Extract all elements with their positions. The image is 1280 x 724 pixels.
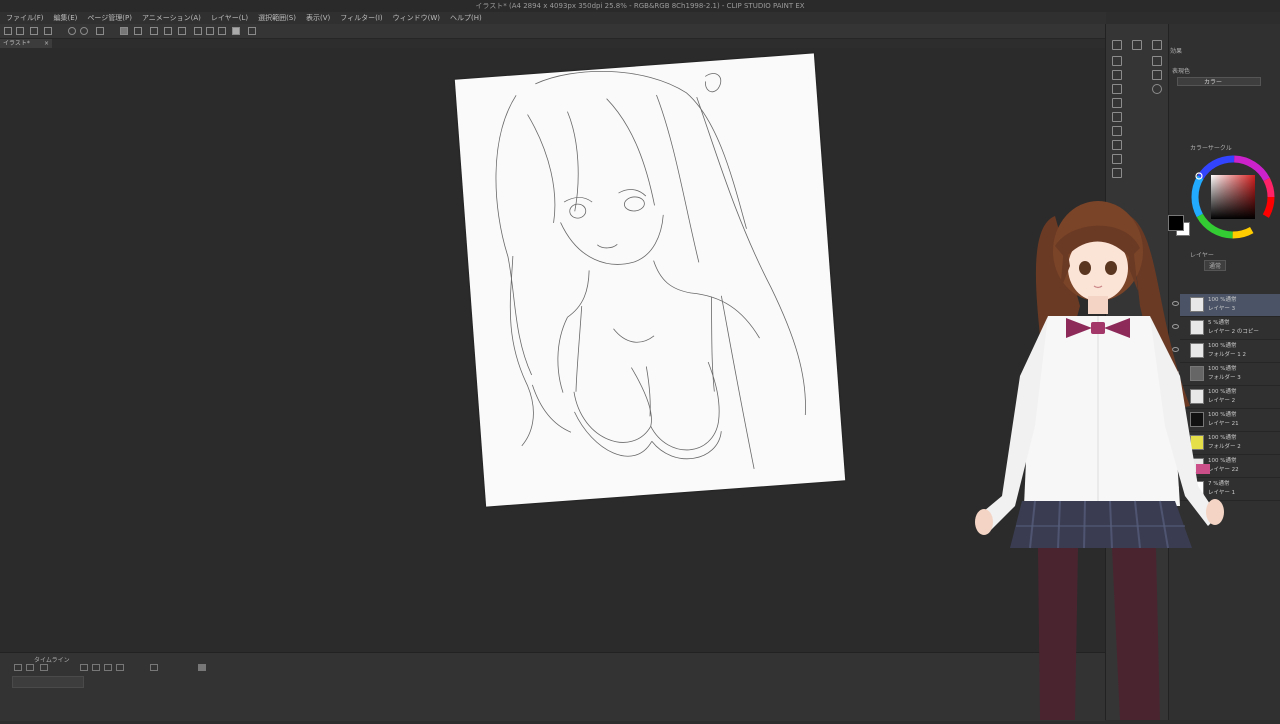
next-frame-icon[interactable] bbox=[116, 664, 124, 671]
text-tool-icon[interactable] bbox=[1112, 140, 1122, 150]
play-icon[interactable] bbox=[104, 664, 112, 671]
expression-color-dropdown[interactable]: カラー bbox=[1177, 77, 1261, 86]
menu-selection[interactable]: 選択範囲(S) bbox=[258, 12, 296, 24]
zoom-tool-icon[interactable] bbox=[1152, 70, 1162, 80]
menu-view[interactable]: 表示(V) bbox=[306, 12, 330, 24]
settings-icon[interactable] bbox=[96, 27, 104, 35]
new-icon[interactable] bbox=[4, 27, 12, 35]
open-icon[interactable] bbox=[16, 27, 24, 35]
menu-filter[interactable]: フィルター(I) bbox=[340, 12, 382, 24]
ruler-tool-icon[interactable] bbox=[1112, 154, 1122, 164]
ruler-icon[interactable] bbox=[194, 27, 202, 35]
color-circle-title: カラーサークル bbox=[1190, 145, 1232, 152]
menu-animation[interactable]: アニメーション(A) bbox=[142, 12, 201, 24]
drawing-canvas[interactable] bbox=[454, 53, 846, 507]
menu-bar: ファイル(F) 編集(E) ページ管理(P) アニメーション(A) レイヤー(L… bbox=[0, 12, 1106, 24]
expression-color-value: カラー bbox=[1204, 79, 1223, 86]
rewind-icon[interactable] bbox=[80, 664, 88, 671]
close-icon[interactable]: × bbox=[44, 39, 49, 48]
avatar-figure bbox=[975, 201, 1224, 720]
select-tool-icon[interactable] bbox=[1152, 40, 1162, 50]
timeline-title: タイムライン bbox=[34, 657, 70, 664]
menu-window[interactable]: ウィンドウ(W) bbox=[393, 12, 440, 24]
pen-icon[interactable] bbox=[206, 27, 214, 35]
gradient-tool-icon[interactable] bbox=[1112, 112, 1122, 122]
pen-tool-icon[interactable] bbox=[1112, 40, 1122, 50]
brush-tool-icon[interactable] bbox=[1112, 70, 1122, 80]
timeline-track-icon[interactable] bbox=[26, 664, 34, 671]
menu-page[interactable]: ページ管理(P) bbox=[87, 12, 132, 24]
lasso-tool-icon[interactable] bbox=[1152, 56, 1162, 66]
document-tab-label: イラスト* bbox=[3, 40, 30, 47]
document-tab[interactable]: イラスト* × bbox=[0, 39, 52, 48]
save-icon[interactable] bbox=[30, 27, 38, 35]
transform-icon[interactable] bbox=[248, 27, 256, 35]
shape-tool-icon[interactable] bbox=[1112, 126, 1122, 136]
prev-frame-icon[interactable] bbox=[92, 664, 100, 671]
command-bar bbox=[0, 24, 1105, 39]
expression-color-label: 表現色 bbox=[1172, 68, 1191, 75]
operation-tool-icon[interactable] bbox=[1152, 84, 1162, 94]
crop-icon[interactable] bbox=[178, 27, 186, 35]
undo-icon[interactable] bbox=[68, 27, 76, 35]
fill-icon[interactable] bbox=[120, 27, 128, 35]
brush-icon[interactable] bbox=[218, 27, 226, 35]
clear-icon[interactable] bbox=[134, 27, 142, 35]
eyedropper-tool-icon[interactable] bbox=[1112, 168, 1122, 178]
onion-skin-icon[interactable] bbox=[150, 664, 158, 671]
line-art-sketch bbox=[495, 70, 806, 469]
timeline-frame-icon[interactable] bbox=[40, 664, 48, 671]
timeline-track[interactable] bbox=[12, 676, 84, 688]
vtuber-avatar bbox=[960, 196, 1230, 720]
menu-layer[interactable]: レイヤー(L) bbox=[211, 12, 248, 24]
window-title: イラスト* (A4 2894 x 4093px 350dpi 25.8% - R… bbox=[0, 0, 1280, 12]
move-tool-icon[interactable] bbox=[1132, 40, 1142, 50]
canvas-area[interactable] bbox=[0, 48, 1105, 652]
pencil-tool-icon[interactable] bbox=[1112, 56, 1122, 66]
save-as-icon[interactable] bbox=[44, 27, 52, 35]
invert-selection-icon[interactable] bbox=[164, 27, 172, 35]
deselect-icon[interactable] bbox=[150, 27, 158, 35]
snap-icon[interactable] bbox=[232, 27, 240, 35]
cel-icon[interactable] bbox=[198, 664, 206, 671]
fill-tool-icon[interactable] bbox=[1112, 98, 1122, 108]
redo-icon[interactable] bbox=[80, 27, 88, 35]
menu-edit[interactable]: 編集(E) bbox=[54, 12, 78, 24]
effects-panel-title: 効果 bbox=[1170, 48, 1183, 55]
eraser-tool-icon[interactable] bbox=[1112, 84, 1122, 94]
menu-file[interactable]: ファイル(F) bbox=[6, 12, 44, 24]
menu-help[interactable]: ヘルプ(H) bbox=[450, 12, 482, 24]
timeline-new-icon[interactable] bbox=[14, 664, 22, 671]
timeline-panel bbox=[0, 652, 1105, 721]
